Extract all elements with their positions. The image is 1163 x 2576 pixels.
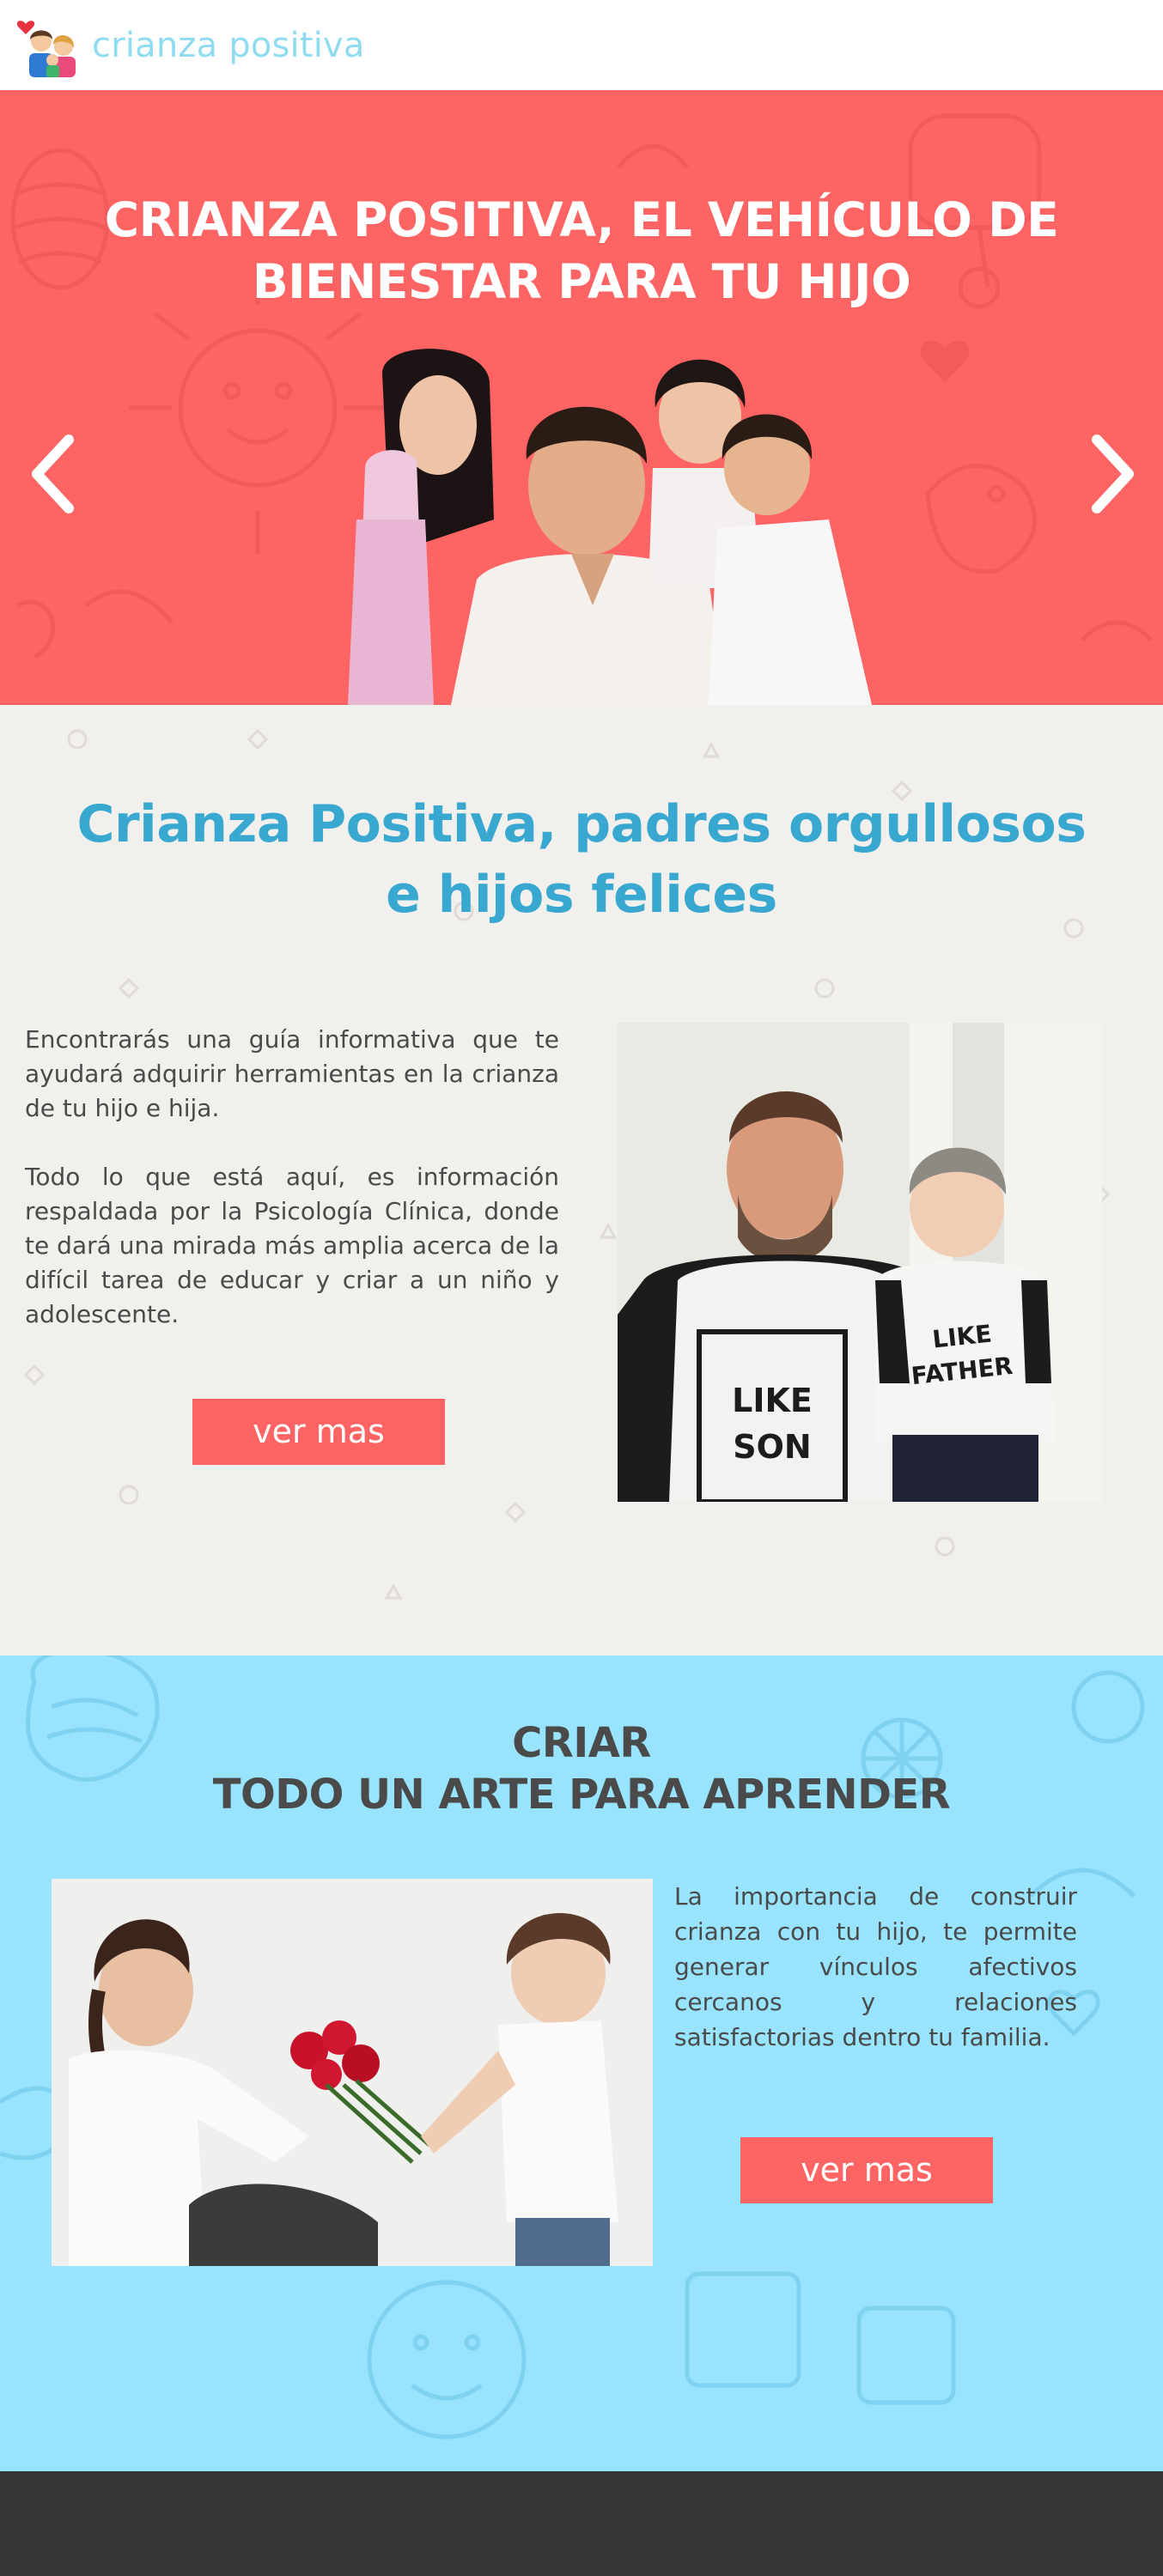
intro-title: Crianza Positiva, padres orgullosos e hi…	[66, 789, 1097, 930]
family-photo	[348, 349, 872, 705]
art-title-line2: TODO UN ARTE PARA APRENDER	[212, 1771, 951, 1819]
art-section: CRIAR TODO UN ARTE PARA APRENDER La impo…	[0, 1656, 1163, 2471]
intro-section: Crianza Positiva, padres orgullosos e hi…	[0, 705, 1163, 1656]
mother-son-photo	[52, 1879, 653, 2266]
art-paragraph: La importancia de construir crianza con …	[674, 1882, 1077, 2051]
chevron-left-icon[interactable]	[21, 429, 82, 519]
ver-mas-button[interactable]: ver mas	[192, 1399, 445, 1465]
family-with-heart-icon[interactable]	[15, 12, 84, 79]
intro-title-line1: Crianza Positiva, padres orgullosos	[76, 794, 1087, 854]
hero-title-line2: BIENESTAR PARA TU HIJO	[252, 254, 911, 309]
intro-text: Encontrarás una guía informativa que te …	[25, 1023, 559, 1332]
brand-name[interactable]: crianza positiva	[92, 26, 365, 65]
site-footer	[0, 2471, 1163, 2576]
ver-mas-button-2[interactable]: ver mas	[740, 2137, 993, 2203]
father-son-photo: LIKE SON LIKE FATHER	[618, 1023, 1102, 1502]
hero-title: CRIANZA POSITIVA, EL VEHÍCULO DE BIENEST…	[66, 189, 1097, 313]
intro-paragraph-2: Todo lo que está aquí, es información re…	[25, 1163, 559, 1328]
site-header: crianza positiva	[0, 0, 1163, 90]
shirt-text-like: LIKE	[732, 1382, 813, 1419]
intro-title-line2: e hijos felices	[386, 865, 777, 925]
hero-banner: CRIANZA POSITIVA, EL VEHÍCULO DE BIENEST…	[0, 90, 1163, 705]
art-title: CRIAR TODO UN ARTE PARA APRENDER	[66, 1717, 1097, 1820]
hero-title-line1: CRIANZA POSITIVA, EL VEHÍCULO DE	[104, 192, 1059, 247]
shirt-text-son: SON	[733, 1428, 811, 1466]
chevron-right-icon[interactable]	[1084, 429, 1144, 519]
intro-paragraph-1: Encontrarás una guía informativa que te …	[25, 1025, 559, 1122]
art-title-line1: CRIAR	[512, 1719, 651, 1767]
